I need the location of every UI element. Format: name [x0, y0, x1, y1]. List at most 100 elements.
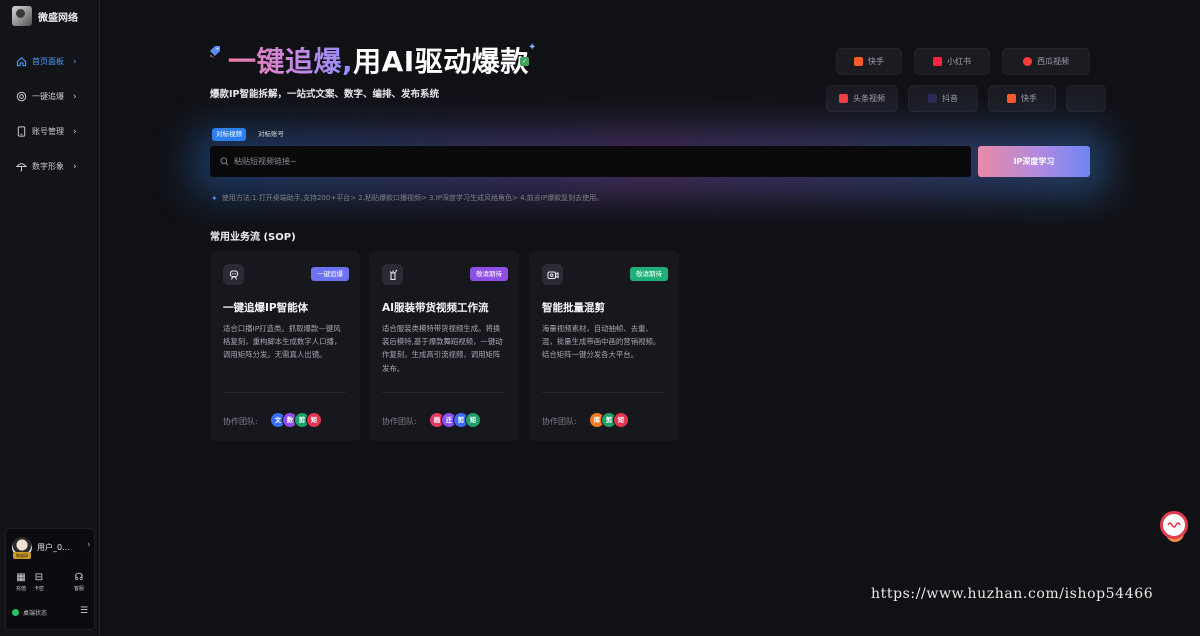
- section-title: 常用业务流 (SOP): [210, 232, 296, 243]
- status-label: 桌端状态: [23, 610, 48, 617]
- robot-icon: [223, 264, 244, 285]
- search-tabs: 对标视频 对标账号: [212, 128, 288, 141]
- hero-title: 一键追爆, 用AI驱动爆款: [210, 40, 529, 80]
- card-badge: 敬请期待: [630, 267, 668, 281]
- sidebar-item-label: 数字形象: [32, 162, 64, 171]
- card-title: 智能批量混剪: [542, 302, 605, 314]
- sidebar-item-label: 账号管理: [32, 127, 64, 136]
- sop-card[interactable]: 敬请期待 AI服装带货视频工作流 适合服装类模特带货视频生成。将换装后模特,基于…: [369, 251, 519, 441]
- menu-icon[interactable]: ☰: [80, 606, 88, 616]
- team-label: 协作团队:: [223, 417, 258, 426]
- chevron-right-icon: ›: [73, 126, 77, 137]
- chevron-right-icon: ›: [73, 56, 77, 67]
- chevron-right-icon: ›: [73, 91, 77, 102]
- umbrella-icon: [16, 161, 27, 172]
- sidebar-item-dashboard[interactable]: 首页面板 ›: [0, 44, 100, 79]
- toutiao-icon: [839, 94, 848, 103]
- team-member: 矩: [465, 412, 481, 428]
- divider: [223, 392, 346, 393]
- card-badge: 一键追爆: [311, 267, 349, 281]
- status-dot: [12, 609, 19, 616]
- kuaishou-icon: [1007, 94, 1016, 103]
- chevron-right-icon[interactable]: ›: [87, 540, 91, 550]
- sparkle-icon: ✦: [211, 193, 218, 203]
- divider: [542, 392, 665, 393]
- divider: [382, 392, 505, 393]
- floating-assistant-button[interactable]: [1160, 511, 1188, 542]
- team-avatars: 画 迁 剪 矩: [429, 412, 481, 428]
- card-badge: 敬请期待: [470, 267, 508, 281]
- sidebar-item-digital-avatar[interactable]: 数字形象 ›: [0, 149, 100, 184]
- team-avatars: 文 数 剪 矩: [270, 412, 322, 428]
- card-title: AI服装带货视频工作流: [382, 302, 489, 314]
- team-avatars: 库 剪 矩: [589, 412, 629, 428]
- hero-title-gradient: 一键追爆,: [228, 40, 353, 80]
- sidebar-item-label: 首页面板: [32, 57, 64, 66]
- hero-subtitle: 爆款IP智能拆解，一站式文案、数字、编排、发布系统: [210, 89, 439, 100]
- platform-xigua[interactable]: 西瓜视频: [1002, 48, 1090, 75]
- kuaishou-icon: [854, 57, 863, 66]
- search-box: [210, 146, 971, 177]
- hanger-icon: [382, 264, 403, 285]
- video-edit-icon: [542, 264, 563, 285]
- platform-xiaohongshu[interactable]: 小红书: [914, 48, 990, 75]
- sidebar-item-account-management[interactable]: 账号管理 ›: [0, 114, 100, 149]
- headset-icon: ☊: [74, 572, 84, 583]
- card-description: 适合口播IP打造类。抓取爆款—键风格复刻，重构脚本生成数字人口播，调用矩阵分发。…: [223, 324, 342, 360]
- user-name[interactable]: 用户_0...: [37, 542, 70, 553]
- customer-service-button[interactable]: ☊ 客服: [66, 572, 92, 592]
- brand-logo: [12, 6, 32, 26]
- platform-label: 抖音: [942, 94, 958, 103]
- platform-label: 快手: [1021, 94, 1037, 103]
- chevron-right-icon: ›: [73, 161, 77, 172]
- tab-benchmark-video[interactable]: 对标视频: [212, 128, 246, 141]
- hero-title-white: 用AI驱动爆款: [353, 45, 529, 78]
- platform-douyin[interactable]: 抖音: [908, 85, 978, 112]
- sop-card[interactable]: 一键追爆 一键追爆IP智能体 适合口播IP打造类。抓取爆款—键风格复刻，重构脚本…: [210, 251, 360, 441]
- platform-label: 快手: [868, 57, 884, 66]
- brand[interactable]: 微盛网络: [12, 6, 78, 26]
- sop-card[interactable]: 敬请期待 智能批量混剪 海量视频素材，自动抽帧、去重、混，批量生成带画中画的营销…: [529, 251, 679, 441]
- platform-label: 西瓜视频: [1037, 57, 1069, 66]
- xiaohongshu-icon: [933, 57, 942, 66]
- sparkle-icon: ✦: [528, 42, 537, 53]
- sidebar: 微盛网络 首页面板 › 一键追爆 › 账号管理 › 数字形象 › 微盛网 用户_…: [0, 0, 100, 636]
- phone-icon: [16, 126, 27, 137]
- platform-more[interactable]: [1066, 85, 1106, 112]
- desktop-status: 桌端状态: [12, 608, 47, 617]
- usage-text: 使用方法:1.打开桌端助手,支持200+平台> 2.粘贴爆款口播视频> 3.IP…: [221, 194, 604, 202]
- sidebar-item-label: 一键追爆: [32, 92, 64, 101]
- user-badge: 微盛网: [13, 552, 31, 559]
- team-member: 矩: [613, 412, 629, 428]
- platform-list: 快手 小红书 西瓜视频 头条视频 抖音 快手: [826, 48, 1200, 118]
- xigua-icon: [1023, 57, 1032, 66]
- platform-toutiao[interactable]: 头条视频: [826, 85, 898, 112]
- card-title: 一键追爆IP智能体: [223, 302, 309, 314]
- ip-deep-learning-button[interactable]: IP深度学习: [978, 146, 1090, 177]
- platform-kuaishou-2[interactable]: 快手: [988, 85, 1056, 112]
- tab-benchmark-account[interactable]: 对标账号: [254, 128, 288, 141]
- platform-label: 头条视频: [853, 94, 885, 103]
- douyin-icon: [928, 94, 937, 103]
- search-icon: [220, 157, 229, 166]
- quick-label: 卡密: [33, 586, 44, 592]
- team-label: 协作团队:: [382, 417, 417, 426]
- gift-icon: ⊟: [34, 572, 44, 583]
- platform-kuaishou[interactable]: 快手: [836, 48, 902, 75]
- video-link-input[interactable]: [234, 157, 934, 166]
- platform-label: 小红书: [947, 57, 971, 66]
- home-icon: [16, 56, 27, 67]
- card-description: 适合服装类模特带货视频生成。将换装后模特,基于爆款舞蹈视频，一键动作复刻，生成高…: [382, 324, 503, 373]
- sidebar-nav: 首页面板 › 一键追爆 › 账号管理 › 数字形象 ›: [0, 44, 100, 184]
- target-icon: [16, 91, 27, 102]
- team-label: 协作团队:: [542, 417, 577, 426]
- user-card: 微盛网 用户_0... › ▦ 充值 ⊟ 卡密 ☊ 客服 桌端状态 ☰: [5, 528, 95, 630]
- card-code-button[interactable]: ⊟ 卡密: [26, 572, 52, 592]
- brand-name: 微盛网络: [38, 12, 78, 24]
- watermark: https://www.huzhan.com/ishop54466: [871, 586, 1154, 602]
- quick-label: 客服: [73, 586, 84, 592]
- shield-icon: ✓: [520, 57, 529, 66]
- assistant-icon: [1167, 522, 1181, 528]
- usage-instructions: ✦ 使用方法:1.打开桌端助手,支持200+平台> 2.粘贴爆款口播视频> 3.…: [211, 193, 603, 203]
- sidebar-item-one-click-trend[interactable]: 一键追爆 ›: [0, 79, 100, 114]
